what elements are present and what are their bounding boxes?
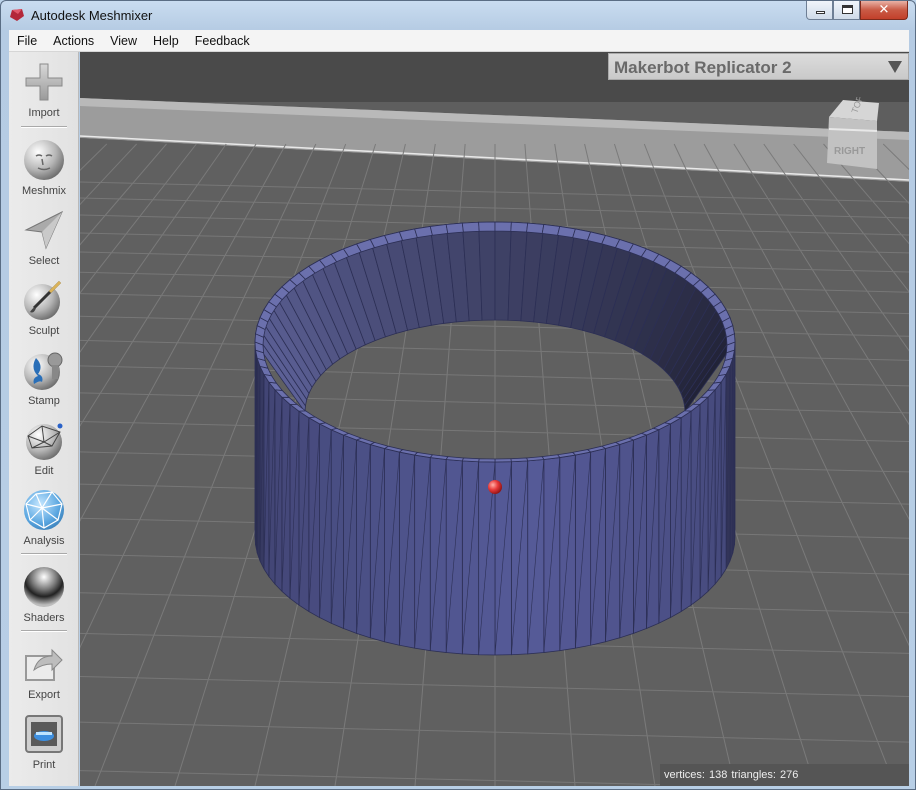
export-label: Export [28,689,60,701]
ring-facet [494,458,512,463]
sidebar-divider [21,126,67,128]
stamp-button[interactable]: Stamp [9,348,79,407]
menu-bar: File Actions View Help Feedback [9,30,909,52]
stamp-label: Stamp [28,395,60,407]
ring-facet [541,224,561,236]
ring-facet [461,221,480,233]
printer-name: Makerbot Replicator 2 [614,58,792,77]
menu-file[interactable]: File [9,30,45,52]
ring-facet [461,457,480,463]
tool-sidebar: Import Meshmix Select Sculpt Stamp Edit … [9,52,79,786]
export-button[interactable]: Export [9,642,79,701]
arrow-pointer-icon [24,210,64,250]
dropdown-arrow-icon [888,61,902,73]
printer-dropdown[interactable]: Makerbot Replicator 2 [608,53,909,80]
export-arrow-icon [25,648,63,681]
ring-facet [429,224,449,236]
view-cube-svg: TOP RIGHT [827,97,879,169]
mesh-stats-bar: vertices: 138 triangles: 276 [660,764,909,786]
import-label: Import [28,107,60,119]
sidebar-divider [21,553,67,555]
analysis-label: Analysis [23,535,65,547]
import-button[interactable]: Import [9,60,79,119]
maximize-button[interactable] [833,1,860,20]
meshmix-label: Meshmix [21,185,66,197]
shaders-button[interactable]: Shaders [9,565,79,624]
menu-feedback[interactable]: Feedback [187,30,258,52]
edit-label: Edit [34,465,54,477]
stamp-sphere-icon [24,352,63,390]
vertices-count: 138 [708,769,728,781]
face-sphere-icon [24,140,64,180]
print-button[interactable]: Print [9,712,79,771]
analysis-button[interactable]: Analysis [9,488,79,547]
maximize-icon [842,5,853,14]
close-icon: ✕ [878,2,890,18]
print-label: Print [32,759,56,771]
scene-canvas [80,52,909,786]
ring-facet [494,221,512,232]
select-button[interactable]: Select [9,208,79,267]
menu-help[interactable]: Help [145,30,187,52]
vertices-label: vertices: [664,769,705,781]
3d-viewport[interactable]: TOP RIGHT Makerbot Replicator 2 vertices… [80,52,909,786]
sculpt-label: Sculpt [28,325,60,337]
pivot-ball[interactable] [488,480,502,494]
brush-sphere-icon [24,280,62,320]
meshmixer-logo-icon [10,9,24,21]
triangles-label: triangles: [731,769,776,781]
close-button[interactable]: ✕ [860,1,908,20]
view-cube-right-label: RIGHT [834,146,865,157]
shaders-label: Shaders [23,612,65,624]
printer-icon [25,715,63,753]
minimize-icon [816,11,825,14]
sculpt-button[interactable]: Sculpt [9,278,79,337]
menu-actions[interactable]: Actions [45,30,102,52]
view-cube-right-face [827,117,877,169]
select-label: Select [28,255,60,267]
edit-button[interactable]: Edit [9,418,79,477]
ring-facet [557,225,576,239]
title-bar[interactable]: Autodesk Meshmixer ✕ [1,1,915,30]
ring-facet [478,458,496,463]
chrome-sphere-icon [24,567,64,607]
sidebar-divider [21,630,67,632]
triangles-count: 276 [779,769,799,781]
ring-facet [526,222,545,234]
ring-facet [445,222,464,234]
plus-icon [25,63,63,101]
meshmix-button[interactable]: Meshmix [9,138,79,197]
menu-view[interactable]: View [102,30,145,52]
ring-facet [478,221,496,232]
mesh-sphere-icon [24,490,64,530]
app-window: Autodesk Meshmixer ✕ File Actions View H… [0,0,916,790]
view-cube[interactable]: TOP RIGHT [821,97,881,172]
minimize-button[interactable] [806,1,833,20]
ring-facet [510,221,529,233]
wireframe-sphere-icon [26,423,63,460]
ring-facet [414,225,433,239]
ring-facet [510,457,529,463]
window-title: Autodesk Meshmixer [31,8,153,23]
